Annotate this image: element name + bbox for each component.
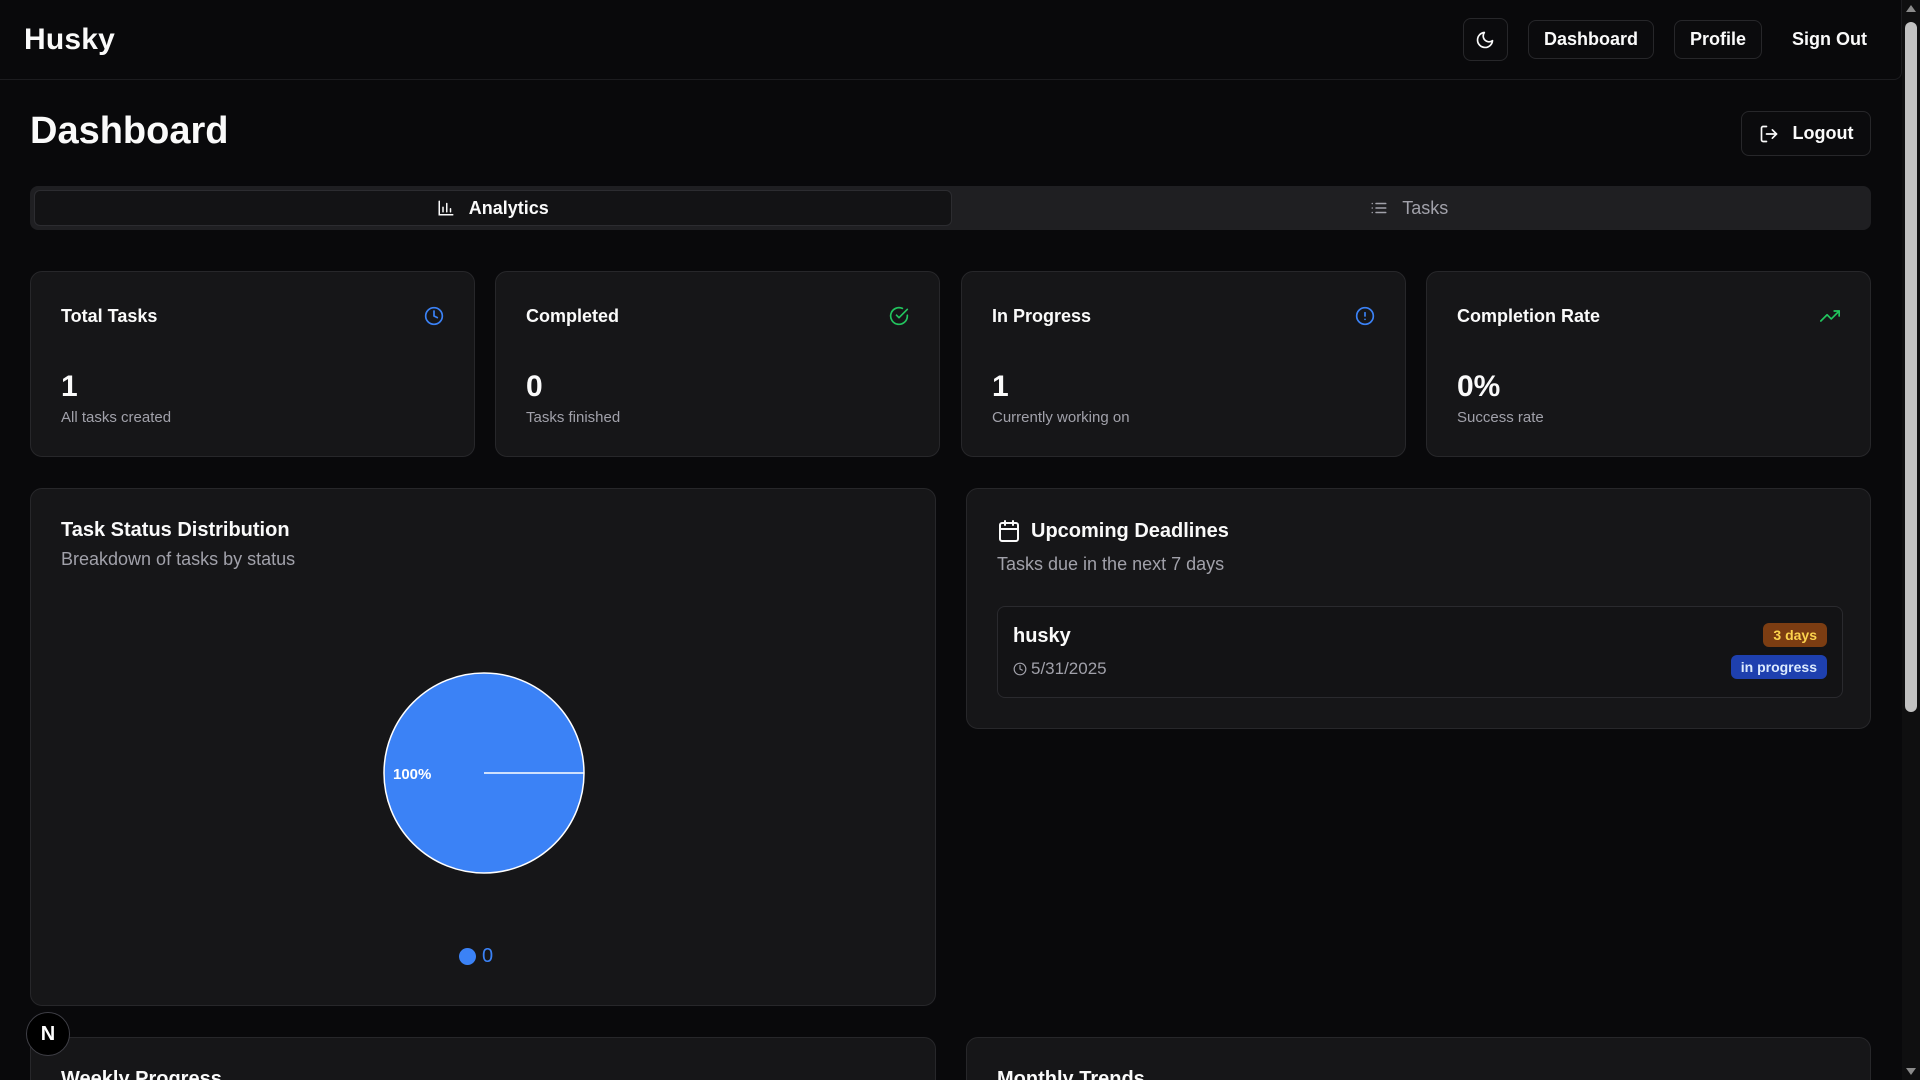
sign-out-button[interactable]: Sign Out <box>1782 29 1877 50</box>
stat-title: Completion Rate <box>1457 306 1601 326</box>
deadline-date-text: 5/31/2025 <box>1031 659 1107 678</box>
stat-subtitle: Tasks finished <box>526 409 621 426</box>
theme-toggle-button[interactable] <box>1462 18 1508 61</box>
stat-value: 1 <box>61 370 78 403</box>
calendar-icon <box>999 520 1019 542</box>
legend-label: 0 <box>482 945 494 967</box>
weekly-progress-title: Weekly Progress <box>61 1068 222 1080</box>
moon-icon <box>1477 31 1494 48</box>
tab-tasks[interactable]: Tasks <box>952 190 1868 226</box>
deadlines-subtitle: Tasks due in the next 7 days <box>997 554 1225 574</box>
scrollbar-thumb[interactable] <box>1905 22 1917 712</box>
nextjs-dev-badge[interactable]: N <box>26 1012 70 1056</box>
stat-value: 0% <box>1457 370 1501 403</box>
stat-card-completed: Completed 0 Tasks finished <box>495 271 940 457</box>
status-pie-chart: 100% <box>383 672 585 874</box>
page-title: Dashboard <box>30 110 229 152</box>
deadlines-header: Upcoming Deadlines <box>997 519 1229 543</box>
tab-analytics-label: Analytics <box>468 197 549 218</box>
trending-up-icon <box>1820 310 1840 322</box>
check-circle-icon <box>889 306 909 326</box>
stat-card-total-tasks: Total Tasks 1 All tasks created <box>30 271 475 457</box>
days-remaining-badge: 3 days <box>1763 623 1827 647</box>
tab-analytics[interactable]: Analytics <box>34 190 952 226</box>
stat-card-completion-rate: Completion Rate 0% Success rate <box>1426 271 1871 457</box>
nav-profile-button[interactable]: Profile <box>1673 20 1762 59</box>
monthly-trends-title: Monthly Trends <box>997 1068 1145 1080</box>
weekly-progress-card: Weekly Progress <box>30 1037 936 1080</box>
list-icon <box>1371 202 1387 214</box>
deadline-item[interactable]: husky 5/31/2025 3 days in progress <box>997 606 1843 698</box>
top-nav: Dashboard Profile Sign Out <box>1462 18 1877 61</box>
brand-logo[interactable]: Husky <box>24 23 115 57</box>
deadline-task-name: husky <box>1013 625 1071 647</box>
stat-subtitle: Currently working on <box>992 409 1130 426</box>
bar-chart-icon <box>438 200 454 216</box>
view-tabs: Analytics Tasks <box>30 186 1871 230</box>
stat-subtitle: All tasks created <box>61 409 172 426</box>
logout-button[interactable]: Logout <box>1741 111 1871 156</box>
scroll-down-arrow-icon[interactable] <box>1906 1068 1916 1075</box>
deadline-date: 5/31/2025 <box>1013 659 1107 679</box>
upcoming-deadlines-card: Upcoming Deadlines Tasks due in the next… <box>966 488 1871 729</box>
stat-title: Total Tasks <box>61 306 158 326</box>
clock-icon <box>1013 662 1027 676</box>
stat-title: Completed <box>526 306 620 326</box>
deadlines-title: Upcoming Deadlines <box>1031 519 1229 542</box>
legend-swatch <box>459 948 476 965</box>
tab-tasks-label: Tasks <box>1402 197 1449 218</box>
stat-subtitle: Success rate <box>1457 409 1544 426</box>
stat-title: In Progress <box>992 306 1092 326</box>
alert-circle-icon <box>1355 306 1375 326</box>
logout-label: Logout <box>1792 123 1854 143</box>
vertical-scrollbar[interactable] <box>1902 0 1920 1080</box>
scroll-up-arrow-icon[interactable] <box>1906 5 1916 12</box>
chart-legend[interactable]: 0 <box>459 945 493 968</box>
top-navbar: Husky Dashboard Profile Sign Out <box>0 0 1902 80</box>
stat-card-in-progress: In Progress 1 Currently working on <box>961 271 1406 457</box>
status-badge: in progress <box>1730 655 1827 679</box>
logout-icon <box>1760 125 1777 142</box>
monthly-trends-card: Monthly Trends <box>966 1037 1871 1080</box>
stat-value: 0 <box>526 370 543 403</box>
pie-data-label: 100% <box>393 766 431 783</box>
task-status-distribution-card: Task Status Distribution Breakdown of ta… <box>30 488 936 1006</box>
stat-value: 1 <box>992 370 1009 403</box>
nav-dashboard-button[interactable]: Dashboard <box>1527 20 1654 59</box>
clock-icon <box>424 306 444 326</box>
